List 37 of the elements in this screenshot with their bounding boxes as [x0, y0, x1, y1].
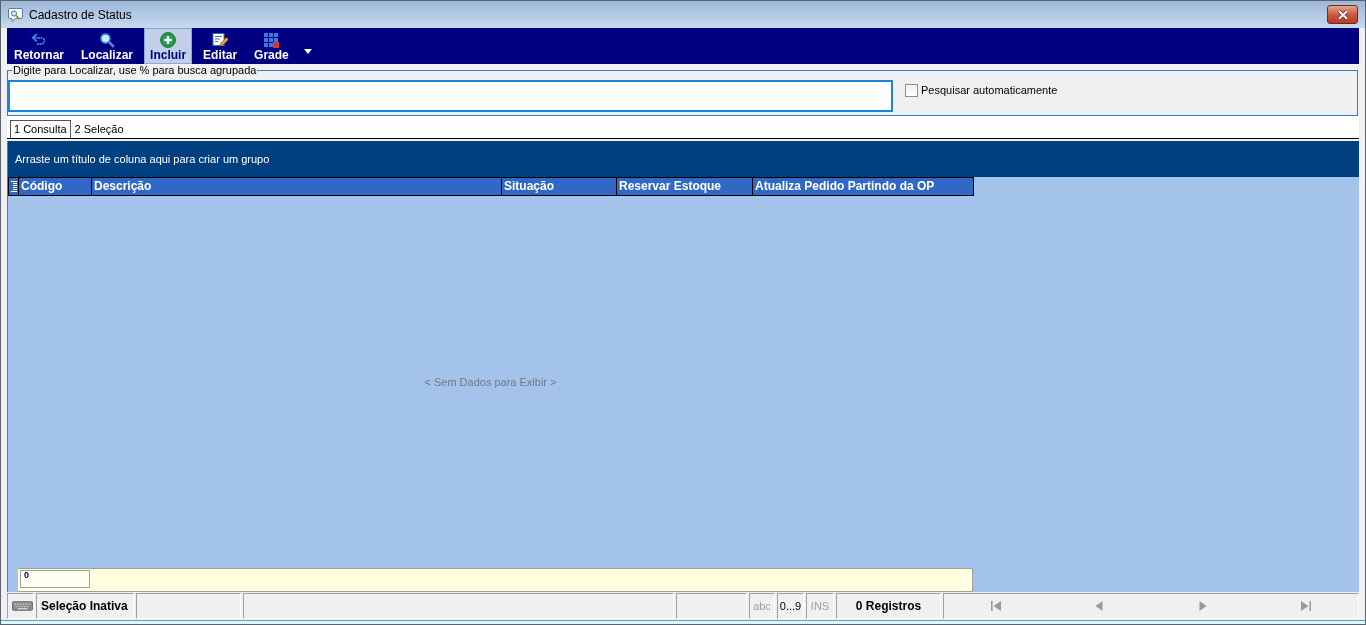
group-hint: Arraste um título de coluna aqui para criar um grupo	[15, 153, 270, 165]
toolbar-button[interactable]: Incluir	[144, 28, 193, 64]
status-indicator: 0...9	[777, 593, 804, 619]
chat-bubble-icon	[8, 6, 24, 23]
toolbar-button[interactable]: Grade	[248, 28, 295, 64]
more-button[interactable]	[303, 49, 312, 54]
window-title: Cadastro de Status	[29, 7, 132, 22]
close-button[interactable]	[1327, 5, 1358, 24]
column-header[interactable]: Reservar Estoque	[617, 177, 753, 196]
toolbar-button[interactable]: Retornar	[8, 28, 70, 64]
edit-icon	[212, 32, 229, 48]
record-count: 0 Registros	[836, 593, 941, 619]
column-header[interactable]: Situação	[502, 177, 617, 196]
toolbar-button[interactable]: Localizar	[75, 28, 140, 64]
checkbox-label[interactable]: Pesquisar automaticamente	[921, 84, 1058, 97]
filter-field[interactable]: 0	[20, 570, 90, 588]
return-arrow-icon	[31, 32, 47, 48]
close-icon	[1336, 9, 1349, 20]
toolbar-button[interactable]: Editar	[197, 28, 244, 64]
column-header[interactable]: Atualiza Pedido Partindo da OP	[753, 177, 974, 196]
search-field[interactable]	[8, 80, 893, 112]
search-icon	[99, 32, 116, 48]
status-indicator: abc	[749, 593, 775, 619]
plus-circle-icon	[160, 32, 177, 48]
tab[interactable]: 1 Consulta	[10, 120, 71, 138]
checkbox[interactable]	[905, 84, 918, 97]
column-header[interactable]: Código	[19, 177, 92, 196]
keyboard-icon	[12, 601, 33, 611]
grid-icon	[263, 32, 280, 48]
list-icon	[10, 181, 17, 192]
search-label: Digite para Localizar, use % para busca agrupada	[12, 64, 258, 77]
tab[interactable]: 2 Seleção	[70, 120, 128, 138]
status-indicator: INS	[806, 593, 834, 619]
column-header[interactable]: Descrição	[92, 177, 502, 196]
empty-message: < Sem Dados para Exibir >	[424, 376, 557, 388]
status-text: Seleção Inativa	[36, 593, 134, 619]
caret-icon	[303, 49, 312, 54]
